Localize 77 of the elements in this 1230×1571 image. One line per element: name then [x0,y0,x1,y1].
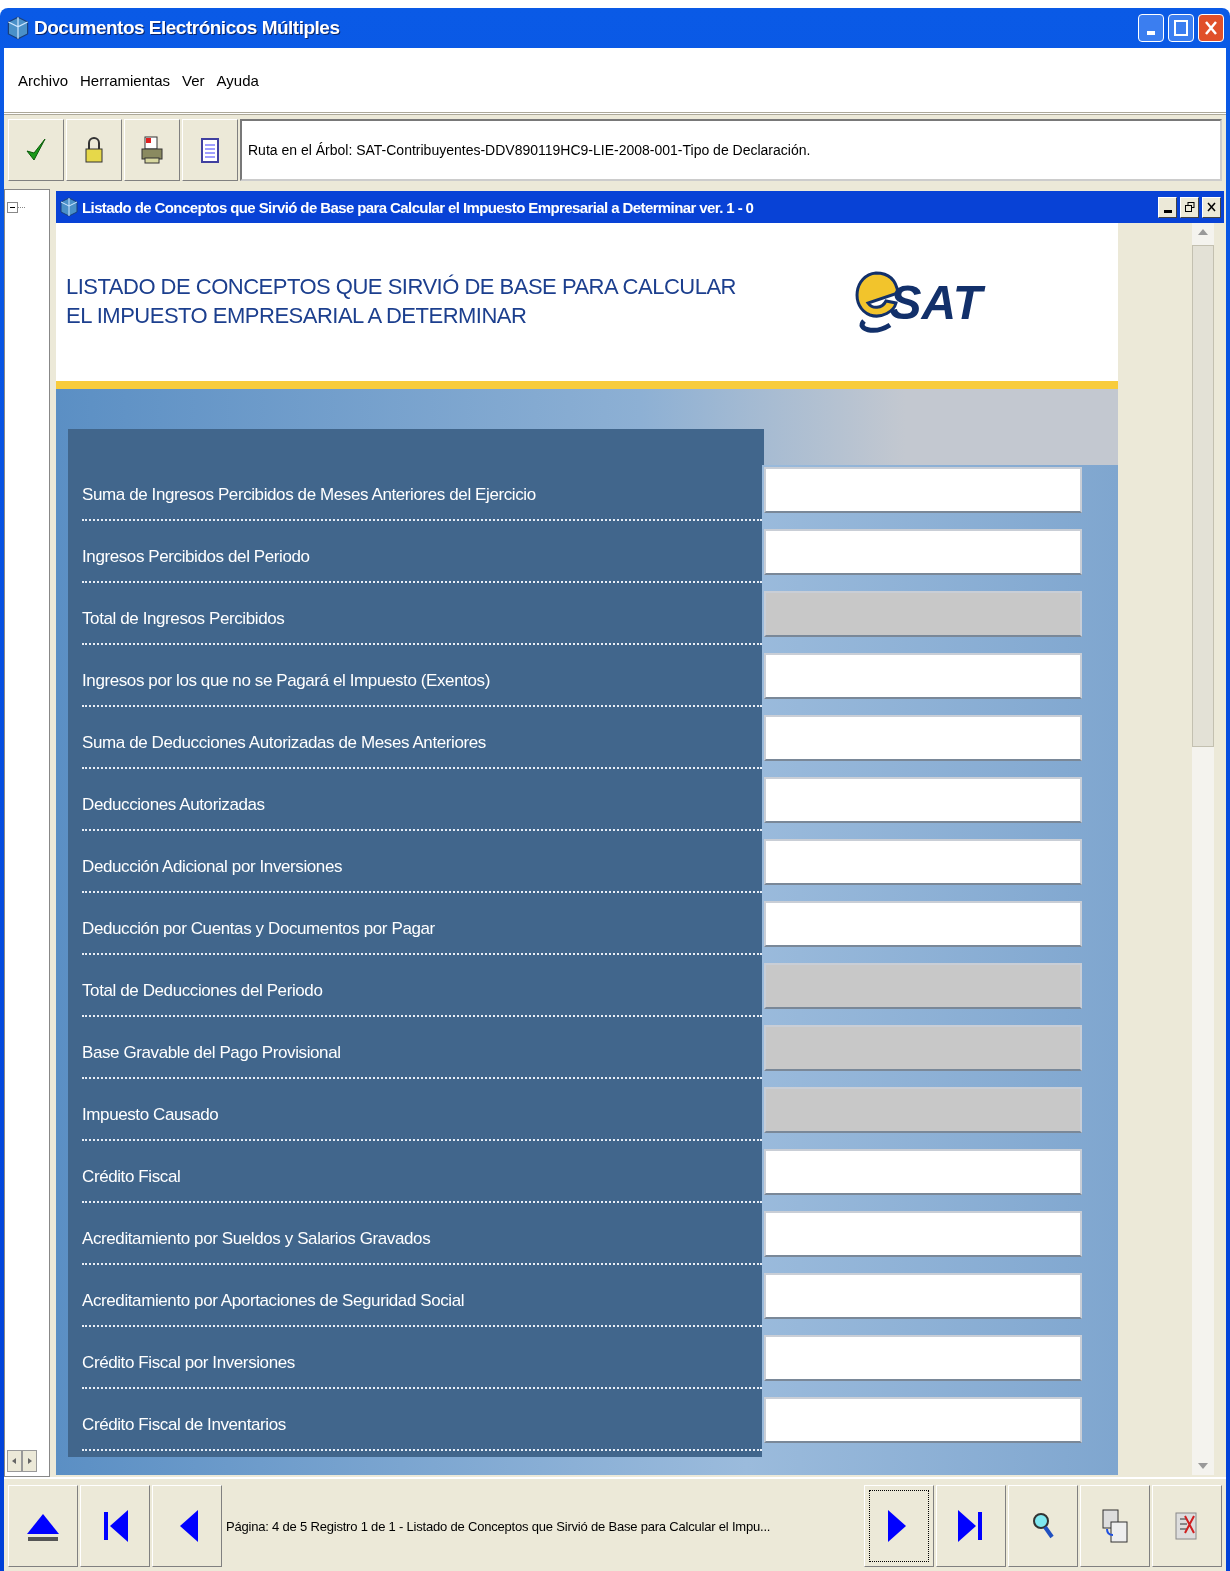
menu-item[interactable]: Archivo [18,71,69,89]
field-label: Deducción por Cuentas y Documentos por Pagar [82,905,762,955]
checkmark-button[interactable] [8,119,64,181]
minimize-icon [1163,209,1172,213]
input-field[interactable] [764,1335,1082,1381]
menu-item[interactable]: Ver [182,71,205,89]
input-field[interactable] [764,777,1082,823]
field-label: Deducciones Autorizadas [82,781,762,831]
notepad-button[interactable] [182,119,238,181]
input-field[interactable] [764,901,1082,947]
minimize-icon [1147,31,1155,35]
padlock-icon [85,137,103,163]
lock-button[interactable] [66,119,122,181]
previous-record-button[interactable] [152,1485,222,1567]
menu-item[interactable]: Ayuda [216,71,259,89]
input-field[interactable] [764,1397,1082,1443]
field-label: Total de Ingresos Percibidos [82,595,762,645]
field-label: Crédito Fiscal [82,1153,762,1203]
maximize-icon [1174,20,1188,36]
search-icon [1031,1511,1055,1541]
scroll-down-icon[interactable] [1198,1463,1208,1469]
field-label: Acreditamiento por Sueldos y Salarios Gravados [82,1215,762,1265]
input-field[interactable] [764,1149,1082,1195]
window-title: Documentos Electrónicos Múltiples [34,17,341,39]
field-label: Impuesto Causado [82,1091,762,1141]
delete-document-button[interactable] [1152,1485,1222,1567]
input-field[interactable] [764,653,1082,699]
copy-records-button[interactable] [1080,1485,1150,1567]
input-field[interactable] [764,963,1082,1009]
next-record-button[interactable] [864,1485,934,1567]
eject-button[interactable] [8,1485,78,1567]
input-field[interactable] [764,591,1082,637]
menu-item[interactable]: Herramientas [80,71,171,89]
close-icon [1204,20,1218,36]
input-field[interactable] [764,1025,1082,1071]
field-label: Suma de Ingresos Percibidos de Meses Anteriores del Ejercicio [82,471,762,521]
printer-icon [141,136,163,164]
field-label: Base Gravable del Pago Provisional [82,1029,762,1079]
horizontal-scroll-arrows-icon[interactable] [7,1450,37,1472]
first-record-button[interactable] [80,1485,150,1567]
form-heading: LISTADO DE CONCEPTOS QUE SIRVIÓ DE BASE PARA CALCULAR EL IMPUESTO EMPRESARIAL A DETERMINAR [66,273,736,330]
tree-collapse-icon[interactable] [7,202,25,214]
scroll-up-icon[interactable] [1198,229,1208,235]
vertical-scrollbar[interactable] [1192,223,1214,1475]
checkmark-icon [25,137,47,163]
tree-path-field: Ruta en el Árbol: SAT-Contribuyentes-DDV890119HC9-LIE-2008-001-Tipo de Declaración. [240,119,1222,181]
input-field[interactable] [764,839,1082,885]
record-status: Página: 4 de 5 Registro 1 de 1 - Listado de Conceptos que Sirvió de Base para Calcular el Impu... [225,1517,772,1536]
restore-button[interactable] [1180,196,1199,218]
field-label: Total de Deducciones del Periodo [82,967,762,1017]
input-field[interactable] [764,715,1082,761]
field-label: Ingresos por los que no se Pagará el Impuesto (Exentos) [82,657,762,707]
field-label: Suma de Deducciones Autorizadas de Meses Anteriores [82,719,762,769]
field-label: Ingresos Percibidos del Periodo [82,533,762,583]
field-label: Acreditamiento por Aportaciones de Seguridad Social [82,1277,762,1327]
copy-icon [1102,1509,1128,1543]
restore-icon [1184,202,1195,212]
child-window-title: Listado de Conceptos que Sirvió de Base para Calcular el Impuesto Empresarial a Determinar ver. 1 - 0 [82,198,755,216]
document-icon [59,197,79,217]
close-button[interactable] [1202,196,1221,218]
last-record-button[interactable] [936,1485,1006,1567]
input-field[interactable] [764,467,1082,513]
notepad-icon [201,137,219,163]
input-field[interactable] [764,1211,1082,1257]
input-field[interactable] [764,1087,1082,1133]
close-icon [1207,202,1216,212]
input-field[interactable] [764,1273,1082,1319]
minimize-button[interactable] [1158,196,1177,218]
field-label: Deducción Adicional por Inversiones [82,843,762,893]
app-icon [6,16,30,40]
input-field[interactable] [764,529,1082,575]
maximize-button[interactable] [1168,14,1194,42]
printer-button[interactable] [124,119,180,181]
field-label: Crédito Fiscal de Inventarios [82,1401,762,1451]
search-button[interactable] [1008,1485,1078,1567]
field-label: Crédito Fiscal por Inversiones [82,1339,762,1389]
delete-document-icon [1175,1511,1199,1541]
